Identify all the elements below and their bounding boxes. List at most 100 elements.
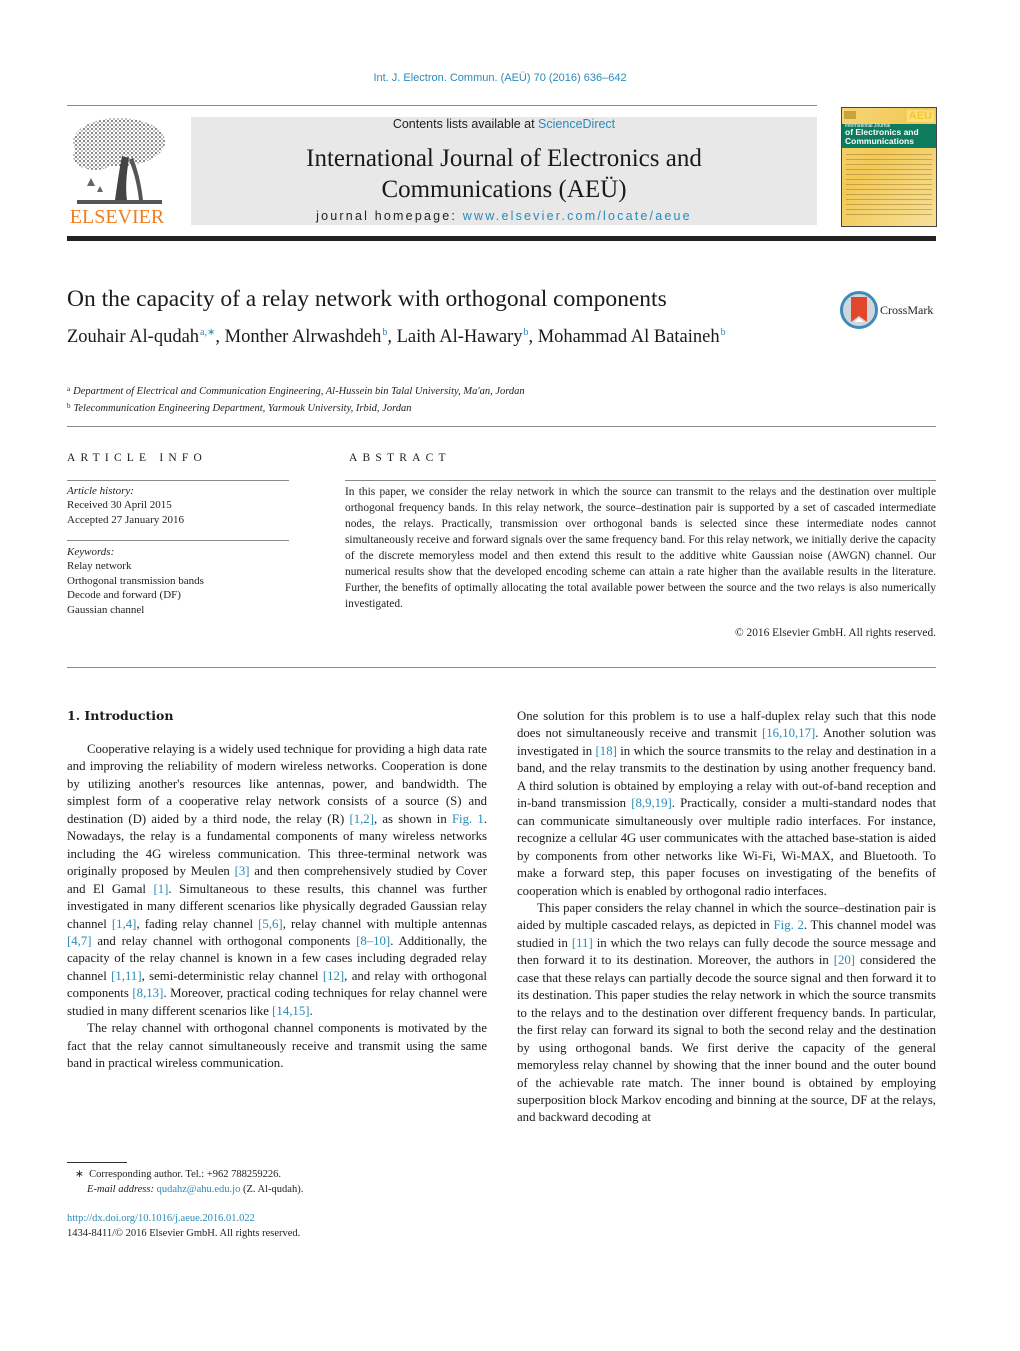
author-name[interactable]: Zouhair Al-qudah xyxy=(67,327,199,347)
body-column-left: Cooperative relaying is a widely used te… xyxy=(67,741,487,1073)
abstract-divider xyxy=(345,480,936,481)
author-separator: , xyxy=(528,327,538,347)
header-thick-rule xyxy=(67,236,936,241)
section-heading-introduction: 1. Introduction xyxy=(67,708,174,723)
affiliation-a: a Department of Electrical and Communicat… xyxy=(67,382,525,399)
citation-link[interactable]: [1,11] xyxy=(111,969,141,983)
journal-title-line2: Communications (AEÜ) xyxy=(381,176,627,203)
contents-line: Contents lists available at ScienceDirec… xyxy=(191,117,817,131)
journal-title: International Journal of Electronics and… xyxy=(191,143,817,205)
contents-prefix: Contents lists available at xyxy=(392,117,539,131)
journal-title-line1: International Journal of Electronics and xyxy=(306,145,702,172)
doi-link[interactable]: http://dx.doi.org/10.1016/j.aeue.2016.01… xyxy=(67,1211,300,1226)
citation-link[interactable]: [5,6] xyxy=(258,917,283,931)
footnote-star: ∗ xyxy=(75,1169,84,1180)
body-text: , relay channel with multiple antennas xyxy=(282,916,487,931)
citation-link[interactable]: [1] xyxy=(153,882,168,896)
author-separator: , xyxy=(387,327,397,347)
citation-link[interactable]: [3] xyxy=(235,864,250,878)
body-text: , fading relay channel xyxy=(136,916,259,931)
issn-copyright: 1434-8411/© 2016 Elsevier GmbH. All righ… xyxy=(67,1228,301,1239)
citation-link[interactable]: [4,7] xyxy=(67,934,92,948)
doi-block: http://dx.doi.org/10.1016/j.aeue.2016.01… xyxy=(67,1211,300,1241)
body-text: . xyxy=(309,1003,313,1018)
keyword: Decode and forward (DF) xyxy=(67,589,181,602)
article-info-heading: ARTICLE INFO xyxy=(67,452,207,464)
keywords: Keywords: Relay network Orthogonal trans… xyxy=(67,545,204,617)
citation-link[interactable]: [16,10,17] xyxy=(762,726,815,740)
body-paragraph: This paper considers the relay channel i… xyxy=(517,900,936,1127)
body-column-right: One solution for this problem is to use … xyxy=(517,708,936,1127)
crossmark-icon xyxy=(840,291,878,329)
figure-reference-link[interactable]: Fig. 2 xyxy=(774,918,804,932)
article-info-divider xyxy=(67,480,289,481)
header-rule xyxy=(67,105,817,106)
article-title: On the capacity of a relay network with … xyxy=(67,286,667,312)
body-text: and relay channel with orthogonal compon… xyxy=(91,933,357,948)
keyword: Gaussian channel xyxy=(67,603,145,616)
abstract-heading: ABSTRACT xyxy=(349,452,451,464)
article-info-divider xyxy=(67,540,289,541)
email-label: E-mail address: xyxy=(87,1184,157,1195)
citation-link[interactable]: [18] xyxy=(596,744,617,758)
crossmark-label: CrossMark xyxy=(880,303,934,317)
citation-link[interactable]: [8–10] xyxy=(356,934,390,948)
citation-link[interactable]: [8,13] xyxy=(132,986,163,1000)
cover-badge: AEÜ xyxy=(906,110,934,122)
figure-reference-link[interactable]: Fig. 1 xyxy=(452,812,484,826)
cover-publisher-mark xyxy=(844,111,856,119)
author-affiliation-marker[interactable]: b xyxy=(721,327,726,338)
homepage-prefix: journal homepage: xyxy=(316,209,463,223)
email-suffix: (Z. Al-qudah). xyxy=(240,1184,304,1195)
author-affiliation-marker[interactable]: a,∗ xyxy=(200,327,215,338)
corresponding-author-note: ∗ Corresponding author. Tel.: +962 78825… xyxy=(75,1167,303,1182)
section-divider xyxy=(67,426,936,427)
keyword: Orthogonal transmission bands xyxy=(67,574,204,587)
journal-cover-thumbnail[interactable]: AEÜ International Journal of Electronics… xyxy=(841,107,937,227)
citation-link[interactable]: [14,15] xyxy=(272,1004,309,1018)
accepted-date: Accepted 27 January 2016 xyxy=(67,513,184,526)
body-text: , semi-deterministic relay channel xyxy=(141,968,323,983)
affiliation-b: b Telecommunication Engineering Departmen… xyxy=(67,399,525,416)
history-label: Article history: xyxy=(67,485,134,497)
sciencedirect-link[interactable]: ScienceDirect xyxy=(538,117,615,131)
abstract-text: In this paper, we consider the relay net… xyxy=(345,486,936,610)
body-text: considered the case that these relays ca… xyxy=(517,953,936,1125)
affiliation-text: Department of Electrical and Communicati… xyxy=(73,386,525,397)
crossmark-button[interactable]: CrossMark xyxy=(840,291,938,329)
affiliation-key: b xyxy=(67,402,71,410)
author-list: Zouhair Al-qudaha,∗, Monther Alrwashdeh b… xyxy=(67,327,726,348)
body-paragraph: Cooperative relaying is a widely used te… xyxy=(67,741,487,1020)
citation-link[interactable]: [1,2] xyxy=(349,812,374,826)
elsevier-wordmark: ELSEVIER xyxy=(69,206,165,228)
corresponding-text: Corresponding author. Tel.: +962 7882592… xyxy=(89,1169,282,1180)
citation-link[interactable]: [12] xyxy=(323,969,344,983)
article-history: Article history: Received 30 April 2015 … xyxy=(67,484,184,527)
affiliation-key: a xyxy=(67,385,71,393)
abstract-copyright: © 2016 Elsevier GmbH. All rights reserve… xyxy=(735,627,936,639)
citation-link[interactable]: [11] xyxy=(572,936,593,950)
affiliations: a Department of Electrical and Communicat… xyxy=(67,382,525,416)
body-paragraph: The relay channel with orthogonal channe… xyxy=(67,1020,487,1072)
footnotes: ∗ Corresponding author. Tel.: +962 78825… xyxy=(75,1167,303,1197)
keywords-label: Keywords: xyxy=(67,546,115,558)
email-link[interactable]: qudahz@ahu.edu.jo xyxy=(157,1184,241,1195)
homepage-line: journal homepage: www.elsevier.com/locat… xyxy=(191,209,817,223)
citation-link[interactable]: [1,4] xyxy=(112,917,137,931)
footnote-rule xyxy=(67,1162,127,1163)
running-head[interactable]: Int. J. Electron. Commun. (AEÜ) 70 (2016… xyxy=(0,72,1000,84)
author-name[interactable]: Mohammad Al Bataineh xyxy=(538,327,720,347)
cover-line2b: Communications xyxy=(845,136,914,146)
received-date: Received 30 April 2015 xyxy=(67,499,172,512)
citation-link[interactable]: [8,9,19] xyxy=(631,796,672,810)
affiliation-text: Telecommunication Engineering Department… xyxy=(73,403,412,414)
journal-homepage-link[interactable]: www.elsevier.com/locate/aeue xyxy=(463,209,692,223)
author-name[interactable]: Monther Alrwashdeh xyxy=(225,327,382,347)
author-separator: , xyxy=(215,327,225,347)
section-divider xyxy=(67,667,936,668)
keyword: Relay network xyxy=(67,560,132,573)
citation-link[interactable]: [20] xyxy=(834,953,855,967)
body-text: , as shown in xyxy=(373,811,452,826)
author-name[interactable]: Laith Al-Hawary xyxy=(397,327,523,347)
body-paragraph: One solution for this problem is to use … xyxy=(517,708,936,900)
